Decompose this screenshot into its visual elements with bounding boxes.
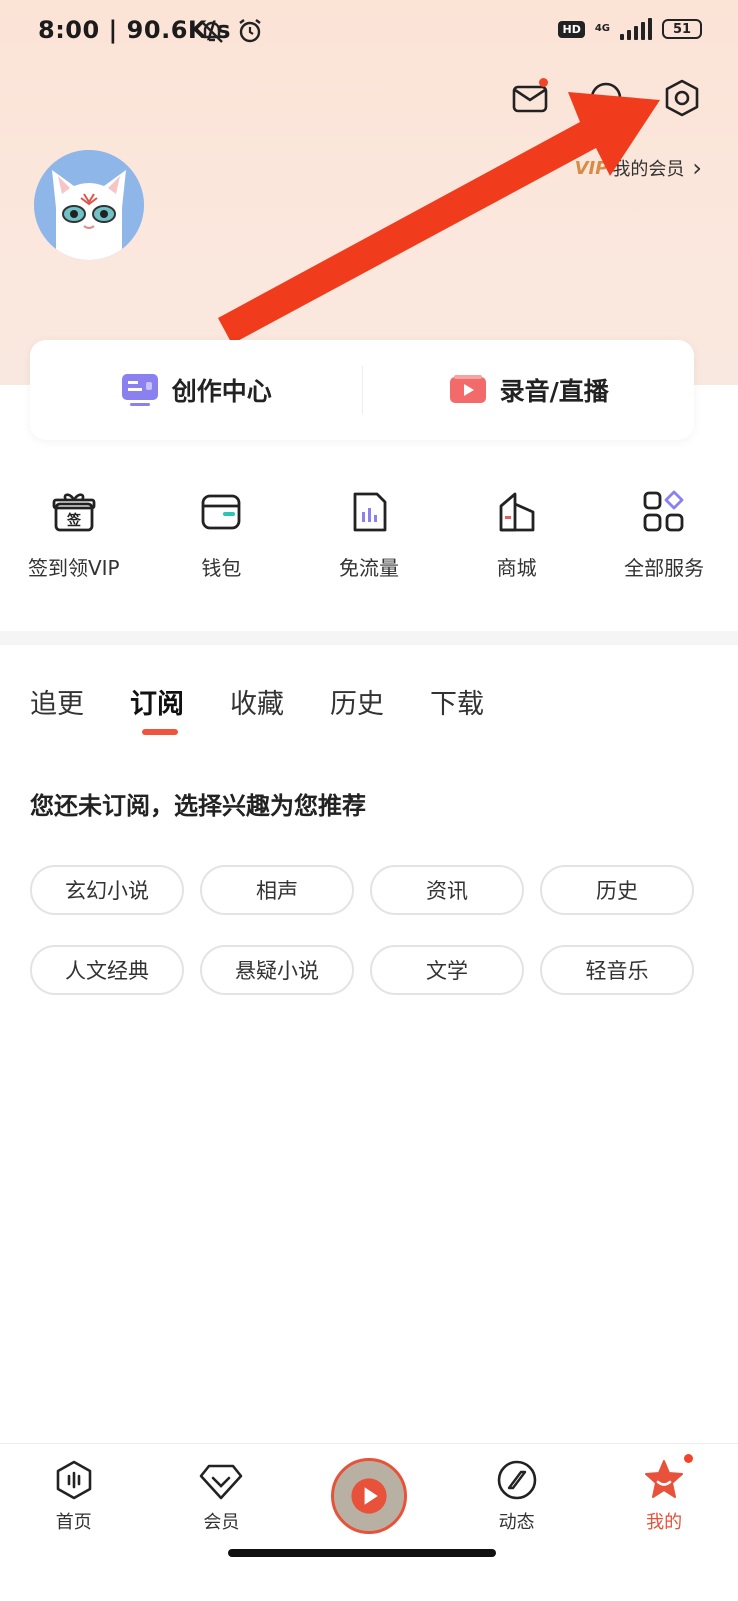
services-row: 签 签到领VIP 钱包 免流量 商城 全部服务 bbox=[0, 488, 738, 581]
interest-chip[interactable]: 人文经典 bbox=[30, 945, 184, 995]
service-label: 商城 bbox=[496, 556, 537, 580]
creation-monitor-icon bbox=[121, 374, 158, 406]
interest-chip[interactable]: 玄幻小说 bbox=[30, 865, 184, 915]
service-label: 全部服务 bbox=[624, 556, 705, 580]
star-profile-icon bbox=[645, 1460, 684, 1498]
service-all[interactable]: 全部服务 bbox=[594, 488, 734, 581]
service-label: 免流量 bbox=[338, 556, 399, 580]
service-free-data[interactable]: 免流量 bbox=[299, 488, 439, 581]
nav-home[interactable]: 首页 bbox=[9, 1458, 139, 1534]
chevron-right-icon: › bbox=[692, 154, 702, 182]
my-membership-link[interactable]: VIP 我的会员 › bbox=[575, 154, 702, 182]
message-icon[interactable] bbox=[510, 78, 550, 118]
nav-mine[interactable]: 我的 bbox=[599, 1454, 729, 1534]
service-wallet[interactable]: 钱包 bbox=[151, 488, 291, 581]
my-membership-label: 我的会员 bbox=[612, 159, 685, 180]
record-live-button[interactable]: 录音/直播 bbox=[363, 340, 695, 440]
creator-card: 创作中心 录音/直播 bbox=[30, 340, 694, 440]
recommend-title: 您还未订阅，选择兴趣为您推荐 bbox=[30, 792, 366, 820]
interest-chip[interactable]: 文学 bbox=[370, 945, 524, 995]
signal-icon bbox=[620, 18, 652, 40]
tab-favorites[interactable]: 收藏 bbox=[230, 682, 284, 721]
interest-chip[interactable]: 历史 bbox=[540, 865, 694, 915]
settings-icon[interactable] bbox=[662, 78, 702, 118]
nav-label: 首页 bbox=[55, 1512, 92, 1533]
service-checkin-vip[interactable]: 签 签到领VIP bbox=[4, 488, 144, 581]
battery-icon: 51 bbox=[662, 19, 702, 39]
interest-chips: 玄幻小说 相声 资讯 历史 人文经典 悬疑小说 文学 轻音乐 bbox=[30, 865, 694, 995]
record-live-label: 录音/直播 bbox=[499, 377, 609, 406]
headset-icon[interactable] bbox=[586, 78, 626, 118]
nav-feed[interactable]: 动态 bbox=[452, 1458, 582, 1534]
creation-center-button[interactable]: 创作中心 bbox=[30, 340, 362, 440]
nav-member[interactable]: 会员 bbox=[156, 1458, 286, 1534]
battery-level: 51 bbox=[672, 21, 692, 37]
interest-chip[interactable]: 资讯 bbox=[370, 865, 524, 915]
gift-glyph: 签 bbox=[66, 512, 82, 529]
message-unread-dot bbox=[539, 78, 548, 87]
diamond-icon bbox=[200, 1464, 243, 1500]
home-icon bbox=[56, 1460, 92, 1500]
tab-subscribe[interactable]: 订阅 bbox=[130, 682, 184, 735]
user-avatar[interactable] bbox=[34, 150, 144, 260]
nav-player[interactable] bbox=[304, 1458, 434, 1534]
creation-center-label: 创作中心 bbox=[171, 377, 272, 406]
header-actions bbox=[510, 78, 702, 118]
status-bar: 8:00 | 90.6K/s HD 4G 51 bbox=[0, 0, 738, 64]
service-shop[interactable]: 商城 bbox=[447, 488, 587, 581]
service-label: 签到领VIP bbox=[27, 556, 120, 580]
hd-badge: HD bbox=[558, 20, 585, 38]
video-play-icon bbox=[449, 375, 486, 403]
grid-apps-icon bbox=[643, 490, 684, 532]
interest-chip[interactable]: 轻音乐 bbox=[540, 945, 694, 995]
compass-icon bbox=[497, 1460, 536, 1500]
profile-unread-dot bbox=[684, 1454, 694, 1463]
bottom-nav-bar: 首页 会员 动态 我的 bbox=[0, 1443, 738, 1601]
nav-label: 会员 bbox=[203, 1512, 240, 1533]
player-cover[interactable] bbox=[330, 1458, 407, 1534]
sim-card-icon bbox=[353, 492, 387, 532]
interest-chip[interactable]: 悬疑小说 bbox=[200, 945, 354, 995]
service-label: 钱包 bbox=[201, 556, 242, 580]
nav-label: 动态 bbox=[498, 1512, 535, 1533]
section-separator bbox=[0, 631, 738, 645]
alarm-icon bbox=[236, 17, 264, 49]
tab-follow[interactable]: 追更 bbox=[30, 682, 84, 721]
gift-sign-icon: 签 bbox=[52, 493, 96, 532]
network-type: 4G bbox=[594, 23, 610, 34]
nav-label: 我的 bbox=[646, 1512, 683, 1533]
home-indicator[interactable] bbox=[228, 1549, 496, 1557]
tab-downloads[interactable]: 下载 bbox=[430, 682, 484, 721]
tab-history[interactable]: 历史 bbox=[330, 682, 384, 721]
shop-icon bbox=[499, 492, 534, 532]
vip-badge: VIP bbox=[574, 157, 609, 179]
library-tabs: 追更 订阅 收藏 历史 下载 bbox=[30, 682, 484, 735]
mute-bell-icon bbox=[198, 18, 226, 50]
wallet-icon bbox=[201, 494, 241, 530]
interest-chip[interactable]: 相声 bbox=[200, 865, 354, 915]
play-icon bbox=[351, 1478, 387, 1514]
